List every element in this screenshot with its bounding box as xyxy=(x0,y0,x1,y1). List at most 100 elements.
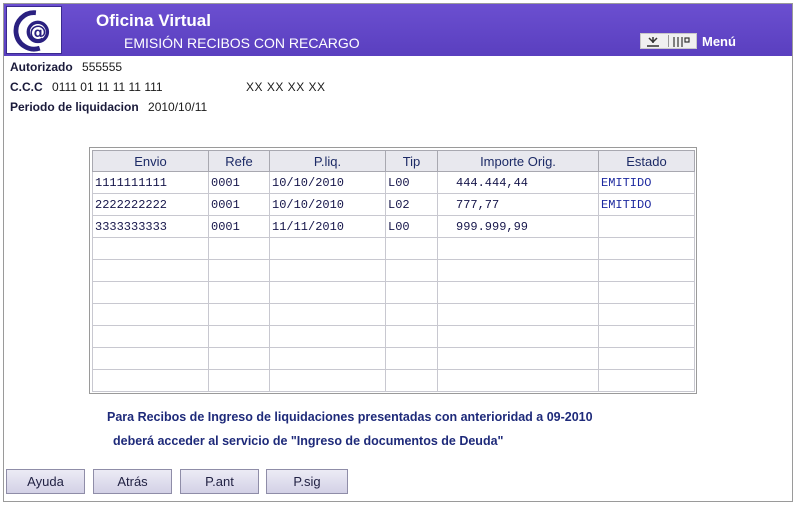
cell-estado xyxy=(598,303,695,326)
cell-refe xyxy=(208,369,270,392)
cell-tip xyxy=(385,281,438,304)
cell-tip xyxy=(385,237,438,260)
cell-pliq xyxy=(269,369,386,392)
cell-importe: 999.999,99 xyxy=(437,215,599,238)
cell-pliq xyxy=(269,259,386,282)
autorizado-label: Autorizado xyxy=(10,60,73,74)
cell-refe: 0001 xyxy=(208,171,270,194)
table-header-row: Envio Refe P.liq. Tip Importe Orig. Esta… xyxy=(92,150,695,172)
svg-text:@: @ xyxy=(29,23,46,43)
cell-tip: L02 xyxy=(385,193,438,216)
cell-importe xyxy=(437,237,599,260)
cell-refe xyxy=(208,303,270,326)
table-row[interactable]: 3333333333 0001 11/11/2010 L00 999.999,99 xyxy=(92,215,695,238)
table-row[interactable] xyxy=(92,369,695,392)
column-header-pliq[interactable]: P.liq. xyxy=(269,150,386,172)
cell-estado: EMITIDO xyxy=(598,193,695,216)
menu-separator xyxy=(668,35,669,47)
cell-estado xyxy=(598,237,695,260)
column-header-tip[interactable]: Tip xyxy=(385,150,438,172)
cell-pliq xyxy=(269,347,386,370)
cell-estado: EMITIDO xyxy=(598,171,695,194)
cell-estado xyxy=(598,369,695,392)
cell-pliq xyxy=(269,281,386,304)
autorizado-value: 555555 xyxy=(82,60,123,74)
periodo-label: Periodo de liquidacion xyxy=(10,100,139,114)
cell-pliq: 10/10/2010 xyxy=(269,171,386,194)
cell-tip: L00 xyxy=(385,171,438,194)
at-sign-logo-icon: @ xyxy=(6,6,62,54)
cell-tip xyxy=(385,347,438,370)
menu-label[interactable]: Menú xyxy=(702,34,736,49)
table-row[interactable] xyxy=(92,325,695,348)
cell-importe: 777,77 xyxy=(437,193,599,216)
cell-tip xyxy=(385,259,438,282)
cell-envio: 1111111111 xyxy=(92,171,209,194)
cell-importe: 444.444,44 xyxy=(437,171,599,194)
column-header-importe[interactable]: Importe Orig. xyxy=(437,150,599,172)
cell-pliq: 11/11/2010 xyxy=(269,215,386,238)
menu-area[interactable]: Menú xyxy=(640,32,736,50)
column-header-refe[interactable]: Refe xyxy=(208,150,270,172)
cell-envio xyxy=(92,369,209,392)
cell-estado xyxy=(598,215,695,238)
next-page-button[interactable]: P.sig xyxy=(266,469,348,494)
table-row[interactable] xyxy=(92,303,695,326)
ayuda-button[interactable]: Ayuda xyxy=(6,469,85,494)
periodo-line: Periodo de liquidacion 2010/10/11 xyxy=(10,100,207,114)
autorizado-line: Autorizado 555555 xyxy=(10,60,122,74)
app-title: Oficina Virtual xyxy=(96,11,211,30)
cell-refe xyxy=(208,347,270,370)
cell-envio xyxy=(92,237,209,260)
table-row[interactable] xyxy=(92,347,695,370)
table-row[interactable]: 2222222222 0001 10/10/2010 L02 777,77 EMITIDO xyxy=(92,193,695,216)
cell-tip xyxy=(385,369,438,392)
cell-estado xyxy=(598,325,695,348)
table-row[interactable] xyxy=(92,237,695,260)
settings-sliders-icon[interactable] xyxy=(671,35,693,47)
column-header-estado[interactable]: Estado xyxy=(598,150,695,172)
periodo-value: 2010/10/11 xyxy=(148,100,208,114)
cell-envio xyxy=(92,347,209,370)
cell-importe xyxy=(437,281,599,304)
cell-refe: 0001 xyxy=(208,215,270,238)
cell-refe: 0001 xyxy=(208,193,270,216)
cell-envio xyxy=(92,259,209,282)
cell-tip xyxy=(385,303,438,326)
ccc-label: C.C.C xyxy=(10,80,43,94)
table-row[interactable]: 1111111111 0001 10/10/2010 L00 444.444,44 EMI… xyxy=(92,171,695,194)
results-table: Envio Refe P.liq. Tip Importe Orig. Esta… xyxy=(92,150,695,392)
cell-envio xyxy=(92,281,209,304)
ccc-extra-value: XX XX XX XX xyxy=(246,80,326,94)
results-grid[interactable]: Envio Refe P.liq. Tip Importe Orig. Esta… xyxy=(89,147,697,394)
cell-refe xyxy=(208,281,270,304)
menu-icons[interactable] xyxy=(640,33,697,49)
table-row[interactable] xyxy=(92,281,695,304)
atras-button[interactable]: Atrás xyxy=(93,469,172,494)
cell-pliq: 10/10/2010 xyxy=(269,193,386,216)
table-body: 1111111111 0001 10/10/2010 L00 444.444,44 EMI… xyxy=(92,171,695,392)
cell-estado xyxy=(598,259,695,282)
cell-importe xyxy=(437,347,599,370)
cell-importe xyxy=(437,325,599,348)
cell-envio xyxy=(92,303,209,326)
cell-pliq xyxy=(269,325,386,348)
cell-tip: L00 xyxy=(385,215,438,238)
cell-refe xyxy=(208,325,270,348)
screen-title: EMISIÓN RECIBOS CON RECARGO xyxy=(124,35,360,51)
window-frame: @ Oficina Virtual EMISIÓN RECIBOS CON RE… xyxy=(3,3,793,502)
cell-envio xyxy=(92,325,209,348)
column-header-envio[interactable]: Envio xyxy=(92,150,209,172)
header-bar: @ Oficina Virtual EMISIÓN RECIBOS CON RE… xyxy=(4,4,792,56)
cell-envio: 2222222222 xyxy=(92,193,209,216)
cell-refe xyxy=(208,259,270,282)
cell-importe xyxy=(437,259,599,282)
cell-pliq xyxy=(269,303,386,326)
notice-line-2: deberá acceder al servicio de "Ingreso d… xyxy=(113,434,504,448)
download-arrow-icon[interactable] xyxy=(644,35,666,47)
prev-page-button[interactable]: P.ant xyxy=(180,469,259,494)
table-row[interactable] xyxy=(92,259,695,282)
cell-refe xyxy=(208,237,270,260)
cell-tip xyxy=(385,325,438,348)
cell-envio: 3333333333 xyxy=(92,215,209,238)
